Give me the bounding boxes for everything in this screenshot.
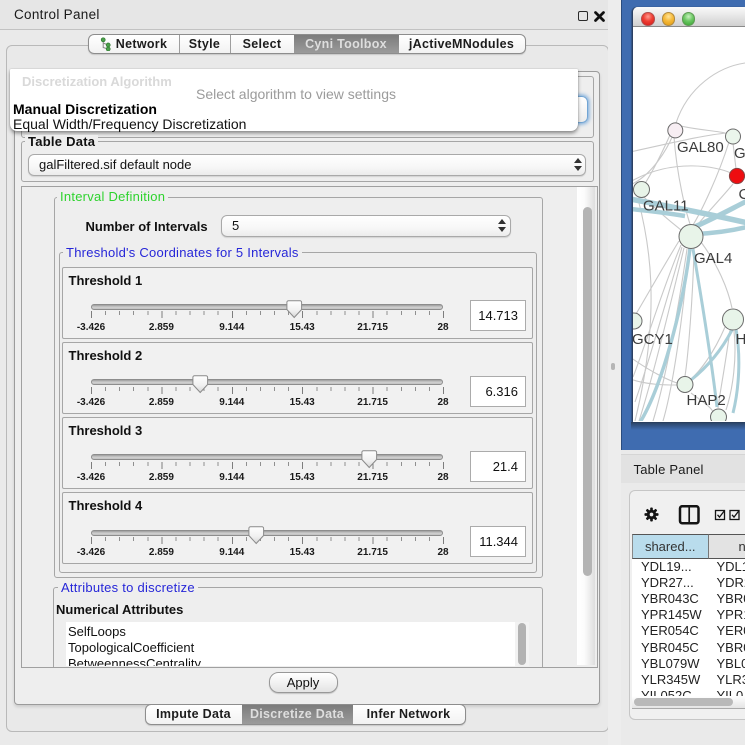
svg-text:GAL11: GAL11 xyxy=(643,198,689,215)
svg-text:C: C xyxy=(739,186,745,203)
svg-text:GAL80: GAL80 xyxy=(677,139,724,156)
svg-text:GCY1: GCY1 xyxy=(633,331,673,348)
svg-text:GAL3: GAL3 xyxy=(734,145,745,162)
svg-text:H: H xyxy=(736,331,745,348)
svg-text:HAP2: HAP2 xyxy=(687,392,726,409)
svg-text:GAL4: GAL4 xyxy=(694,250,732,267)
